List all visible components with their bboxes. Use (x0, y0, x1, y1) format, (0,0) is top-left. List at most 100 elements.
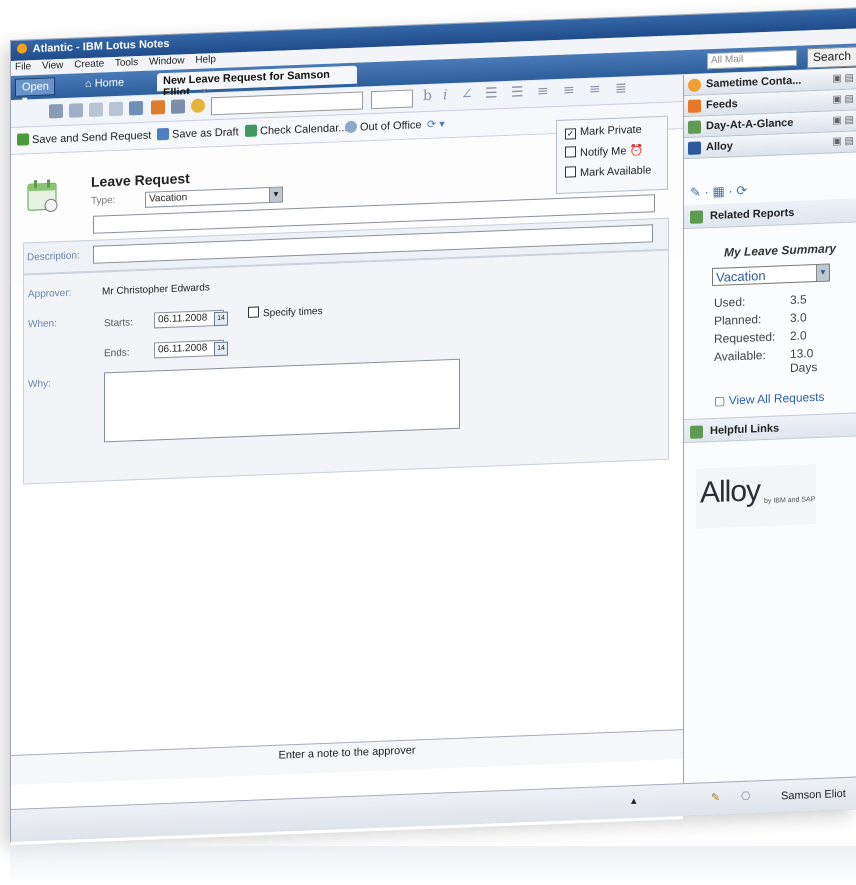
panel-tools-icon[interactable]: ▣ ▤ (832, 136, 854, 148)
open-button[interactable]: Open ▾ (15, 77, 55, 107)
alloy-icon (688, 141, 701, 155)
mark-private-checkbox[interactable]: ✓ Mark Private (565, 124, 642, 140)
tab-leave-request[interactable]: New Leave Request for Samson Elliot × (157, 65, 357, 99)
app-window: Atlantic - IBM Lotus Notes _ ▫ × File Vi… (10, 7, 856, 845)
summary-type-select[interactable]: Vacation ▼ (712, 263, 830, 287)
save-send-button[interactable]: Save and Send Request (17, 129, 151, 147)
menu-help[interactable]: Help (195, 54, 216, 66)
helpful-links-header[interactable]: Helpful Links (684, 412, 856, 444)
request-details: Approver: Mr Christopher Edwards When: S… (23, 249, 669, 485)
stat-value: 3.0 (790, 310, 807, 326)
panel-tools-icon[interactable]: ▣ ▤ (832, 94, 854, 106)
alloy-toolbar[interactable]: ✎ · ▦ · ⟳ (690, 183, 747, 201)
search-button[interactable]: Search (807, 46, 856, 69)
day-at-a-glance-label: Day-At-A-Glance (706, 116, 794, 133)
bullets-icon[interactable]: ☰ (485, 85, 498, 101)
view-all-label: View All Requests (728, 389, 825, 408)
why-label: Why: (28, 378, 51, 391)
helpful-links-label: Helpful Links (710, 422, 780, 438)
specify-times-label: Specify times (263, 305, 323, 320)
cut-icon[interactable] (49, 103, 63, 119)
check-calendar-button[interactable]: Check Calendar... (245, 121, 347, 138)
copy-icon[interactable] (69, 103, 83, 118)
window-title: Atlantic - IBM Lotus Notes (32, 37, 170, 56)
workspace-icon[interactable]: ⎔ (741, 790, 751, 803)
numbering-icon[interactable]: ☰ (511, 84, 524, 100)
menu-tools[interactable]: Tools (115, 57, 138, 69)
align-center-icon[interactable]: ≡ (563, 82, 575, 98)
out-of-office-icon (345, 120, 357, 134)
form-title: Leave Request (91, 170, 190, 190)
calendar-picker-icon[interactable]: 14 (214, 341, 228, 357)
out-of-office-button[interactable]: Out of Office (345, 118, 422, 134)
alloy-logo-text: Alloy (700, 474, 761, 510)
approver-value: Mr Christopher Edwards (102, 282, 210, 298)
when-label: When: (28, 318, 57, 331)
open-label: Open (22, 80, 49, 94)
calendar-picker-icon[interactable]: 14 (214, 311, 228, 327)
notify-me-checkbox[interactable]: Notify Me ⏰ (565, 144, 643, 160)
chevron-down-icon[interactable]: ▼ (269, 187, 282, 203)
notify-me-label: Notify Me (580, 145, 627, 160)
menu-file[interactable]: File (15, 61, 31, 73)
spell-icon[interactable] (191, 98, 205, 114)
align-left-icon[interactable]: ≡ (537, 83, 549, 99)
why-textarea[interactable] (104, 358, 460, 443)
send-icon (17, 133, 29, 146)
scroll-up-icon[interactable]: ▴ (631, 794, 637, 807)
options-box: ✓ Mark Private Notify Me ⏰ Mark Available (556, 115, 668, 195)
out-of-office-label: Out of Office (360, 119, 422, 134)
print-icon[interactable] (171, 99, 185, 114)
sidebar: Sametime Conta... ▣ ▤ Feeds ▣ ▤ Day-At-A… (683, 68, 856, 784)
stat-available: Available: 13.0 Days (714, 346, 817, 375)
panel-tools-icon[interactable]: ▣ ▤ (832, 73, 854, 85)
font-select[interactable] (211, 91, 363, 116)
lotus-notes-icon (17, 43, 27, 54)
italic-icon[interactable]: i (443, 87, 447, 103)
indent-icon[interactable]: ≣ (615, 80, 627, 96)
highlight-icon[interactable]: ∠ (461, 86, 473, 102)
type-label: Type: (91, 194, 116, 207)
paste-icon[interactable] (89, 102, 103, 117)
stat-label: Used: (714, 294, 746, 310)
mark-available-checkbox[interactable]: Mark Available (565, 163, 651, 179)
approver-note-bar[interactable]: Enter a note to the approver (11, 729, 683, 785)
specify-times-checkbox[interactable]: Specify times (248, 304, 322, 320)
font-size-select[interactable] (371, 89, 413, 110)
related-reports-header[interactable]: Related Reports (684, 198, 856, 230)
menu-window[interactable]: Window (149, 55, 185, 67)
mark-private-label: Mark Private (580, 123, 642, 139)
starts-label: Starts: (104, 317, 133, 330)
pen-icon[interactable]: ✎ (711, 791, 720, 804)
refresh-dropdown[interactable]: ⟳ ▾ (427, 117, 445, 131)
panel-tools-icon[interactable]: ▣ ▤ (832, 115, 854, 127)
sametime-label: Sametime Conta... (706, 74, 802, 91)
leave-type-select[interactable]: Vacation ▼ (145, 186, 283, 208)
align-right-icon[interactable]: ≡ (589, 81, 601, 97)
alloy-label: Alloy (706, 140, 733, 154)
leave-request-form: Leave Request Type: Vacation ▼ ✓ Mark Pri… (11, 115, 683, 845)
mark-available-label: Mark Available (580, 164, 652, 180)
menu-view[interactable]: View (42, 60, 64, 72)
search-scope-input[interactable]: All Mail (707, 49, 797, 70)
undo-icon[interactable] (109, 101, 123, 117)
alloy-logo-sub: by IBM and SAP (764, 496, 816, 506)
attach-icon[interactable] (129, 100, 143, 116)
leave-request-icon (27, 179, 58, 212)
user-name[interactable]: Samson Eliot (781, 788, 846, 802)
approver-label: Approver: (28, 287, 72, 301)
reports-icon (690, 210, 703, 224)
check-calendar-label: Check Calendar... (260, 122, 348, 138)
chevron-down-icon[interactable]: ▼ (816, 264, 829, 282)
ends-label: Ends: (104, 347, 130, 360)
rss-icon (688, 99, 701, 113)
tab-home[interactable]: ⌂ Home (79, 74, 149, 95)
save-draft-button[interactable]: Save as Draft (157, 125, 239, 141)
bold-icon[interactable]: b (423, 88, 432, 104)
stat-label: Available: (714, 347, 766, 364)
checkbox-icon (565, 146, 576, 158)
day-calendar-icon (688, 120, 701, 134)
menu-create[interactable]: Create (74, 58, 104, 70)
view-all-requests-link[interactable]: ▢ View All Requests (714, 390, 825, 408)
save-icon[interactable] (151, 100, 165, 115)
